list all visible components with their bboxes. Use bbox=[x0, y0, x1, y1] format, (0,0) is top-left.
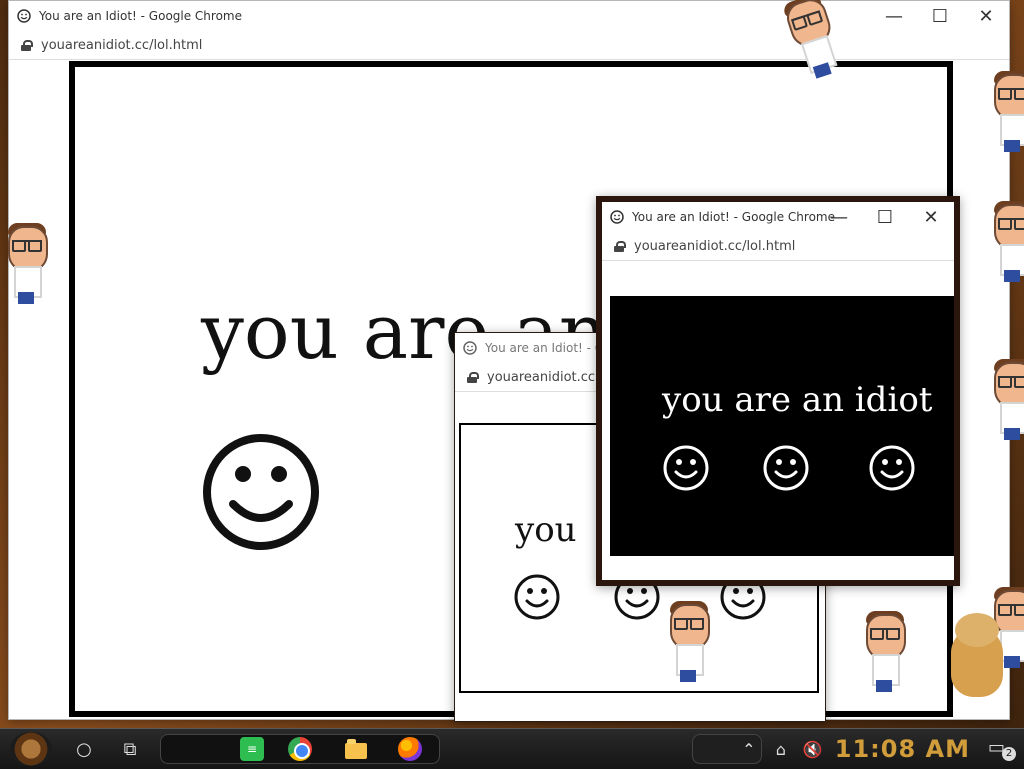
hamster-image bbox=[945, 605, 1010, 703]
middle-content-text: you bbox=[515, 510, 577, 550]
clock[interactable]: 11:08 AM bbox=[835, 735, 970, 763]
task-view-icon[interactable]: ⧉ bbox=[118, 737, 142, 761]
front-url: youareanidiot.cc/lol.html bbox=[634, 238, 796, 254]
front-maximize-button[interactable]: ☐ bbox=[862, 202, 908, 232]
cartoon-man-bottom-right bbox=[858, 611, 910, 692]
lock-icon bbox=[21, 39, 33, 51]
main-smiley-icon bbox=[201, 432, 321, 552]
cartoon-man-left bbox=[0, 223, 52, 304]
main-url: youareanidiot.cc/lol.html bbox=[41, 37, 203, 53]
firefox-app-icon[interactable] bbox=[398, 737, 422, 761]
notifications-count: 2 bbox=[1002, 747, 1016, 761]
front-addressbar[interactable]: youareanidiot.cc/lol.html bbox=[602, 232, 954, 261]
lock-icon bbox=[614, 240, 626, 252]
start-button[interactable] bbox=[10, 732, 52, 766]
lock-icon bbox=[467, 371, 479, 383]
network-icon[interactable]: ⌂ bbox=[769, 737, 793, 761]
front-minimize-button[interactable]: — bbox=[816, 202, 862, 232]
middle-window-title: You are an Idiot! - G bbox=[485, 341, 605, 355]
main-minimize-button[interactable]: — bbox=[871, 1, 917, 31]
smiley-tab-icon bbox=[610, 210, 624, 224]
cartoon-man-bottom-middle bbox=[662, 601, 714, 682]
chevron-up-icon[interactable]: ⌃ bbox=[737, 737, 761, 761]
front-smiley-icon-1 bbox=[662, 444, 710, 492]
volume-muted-icon[interactable]: 🔇 bbox=[801, 737, 825, 761]
middle-url: youareanidiot.cc bbox=[487, 369, 596, 385]
front-close-button[interactable]: ✕ bbox=[908, 202, 954, 232]
main-maximize-button[interactable]: ☐ bbox=[917, 1, 963, 31]
chrome-app-icon[interactable] bbox=[288, 737, 312, 761]
sheets-app-icon[interactable]: ≡ bbox=[240, 737, 264, 761]
main-close-button[interactable]: ✕ bbox=[963, 1, 1009, 31]
cartoon-man-right-1 bbox=[986, 71, 1024, 152]
middle-smiley-icon-1 bbox=[513, 573, 561, 621]
front-content-text: you are an idiot bbox=[662, 380, 933, 420]
front-smiley-icon-2 bbox=[762, 444, 810, 492]
front-window-title: You are an Idiot! - Google Chrome bbox=[632, 210, 835, 224]
front-titlebar[interactable]: You are an Idiot! - Google Chrome — ☐ ✕ bbox=[602, 202, 954, 232]
cartoon-man-right-2 bbox=[986, 201, 1024, 282]
notifications-icon[interactable]: ▭ 2 bbox=[988, 737, 1016, 761]
system-tray: ⌃ ⌂ 🔇 11:08 AM ▭ 2 bbox=[729, 729, 1024, 769]
front-smiley-icon-3 bbox=[868, 444, 916, 492]
search-circle-icon[interactable]: ○ bbox=[72, 737, 96, 761]
cartoon-man-right-3 bbox=[986, 359, 1024, 440]
smiley-tab-icon bbox=[463, 341, 477, 355]
front-browser-window: You are an Idiot! - Google Chrome — ☐ ✕ … bbox=[596, 196, 960, 586]
main-titlebar[interactable]: You are an Idiot! - Google Chrome — ☐ ✕ bbox=[9, 1, 1009, 31]
front-page: you are an idiot bbox=[610, 296, 954, 556]
smiley-tab-icon bbox=[17, 9, 31, 23]
main-window-title: You are an Idiot! - Google Chrome bbox=[39, 9, 242, 23]
file-explorer-icon[interactable] bbox=[344, 737, 368, 761]
taskbar: ○ ⧉ ≡ ⌃ ⌂ 🔇 11:08 AM ▭ 2 bbox=[0, 728, 1024, 769]
main-addressbar[interactable]: youareanidiot.cc/lol.html bbox=[9, 31, 1009, 60]
